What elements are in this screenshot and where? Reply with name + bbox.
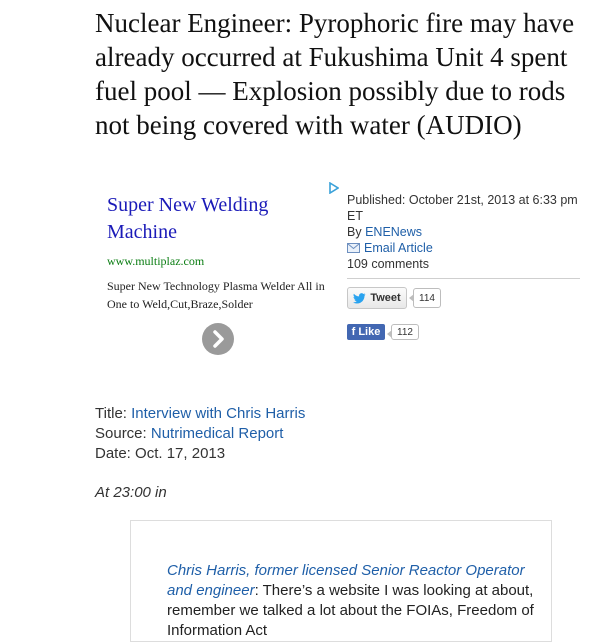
email-article-link[interactable]: Email Article [364,240,433,256]
article-headline: Nuclear Engineer: Pyrophoric fire may ha… [95,8,575,140]
audio-timestamp: At 23:00 in [95,484,167,501]
comments-count[interactable]: 109 comments [347,256,582,272]
article-meta: Published: October 21st, 2013 at 6:33 pm… [347,192,582,272]
chevron-right-icon [213,330,224,348]
tweet-label: Tweet [370,292,401,304]
byline: By ENENews [347,224,582,240]
interview-title-link[interactable]: Interview with Chris Harris [131,405,305,422]
tweet-button[interactable]: Tweet [347,287,407,309]
ad-block[interactable]: Super New Welding Machine www.multiplaz.… [97,182,339,357]
ad-description: Super New Technology Plasma Welder All i… [107,279,325,311]
ad-title-link[interactable]: Super New Welding Machine [107,192,322,246]
date-value: Oct. 17, 2013 [135,445,226,462]
date-label: Date: [95,445,131,462]
published-date: Published: October 21st, 2013 at 6:33 pm… [347,193,578,223]
ad-next-button[interactable] [202,323,234,355]
quote-text: Chris Harris, former licensed Senior Rea… [167,561,537,641]
like-count: 112 [387,324,419,340]
source-link[interactable]: Nutrimedical Report [151,425,284,442]
facebook-icon: f [351,326,356,338]
like-label: Like [358,326,381,338]
ad-url-link[interactable]: www.multiplaz.com [107,254,204,269]
source-label: Source: [95,425,147,442]
source-info: Title: Interview with Chris Harris Sourc… [95,404,305,464]
source-row: Source: Nutrimedical Report [95,424,305,444]
tweet-count: 114 [409,288,441,308]
author-link[interactable]: ENENews [365,225,422,239]
divider [347,278,580,279]
by-label: By [347,225,362,239]
quote-box: Chris Harris, former licensed Senior Rea… [130,520,552,642]
title-row: Title: Interview with Chris Harris [95,404,305,424]
adchoices-icon[interactable] [329,182,339,194]
date-row: Date: Oct. 17, 2013 [95,444,305,464]
envelope-icon [347,243,360,253]
title-label: Title: [95,405,127,422]
twitter-bird-icon [353,292,366,304]
email-article-row[interactable]: Email Article [347,240,582,256]
facebook-like-button[interactable]: f Like [347,324,385,340]
